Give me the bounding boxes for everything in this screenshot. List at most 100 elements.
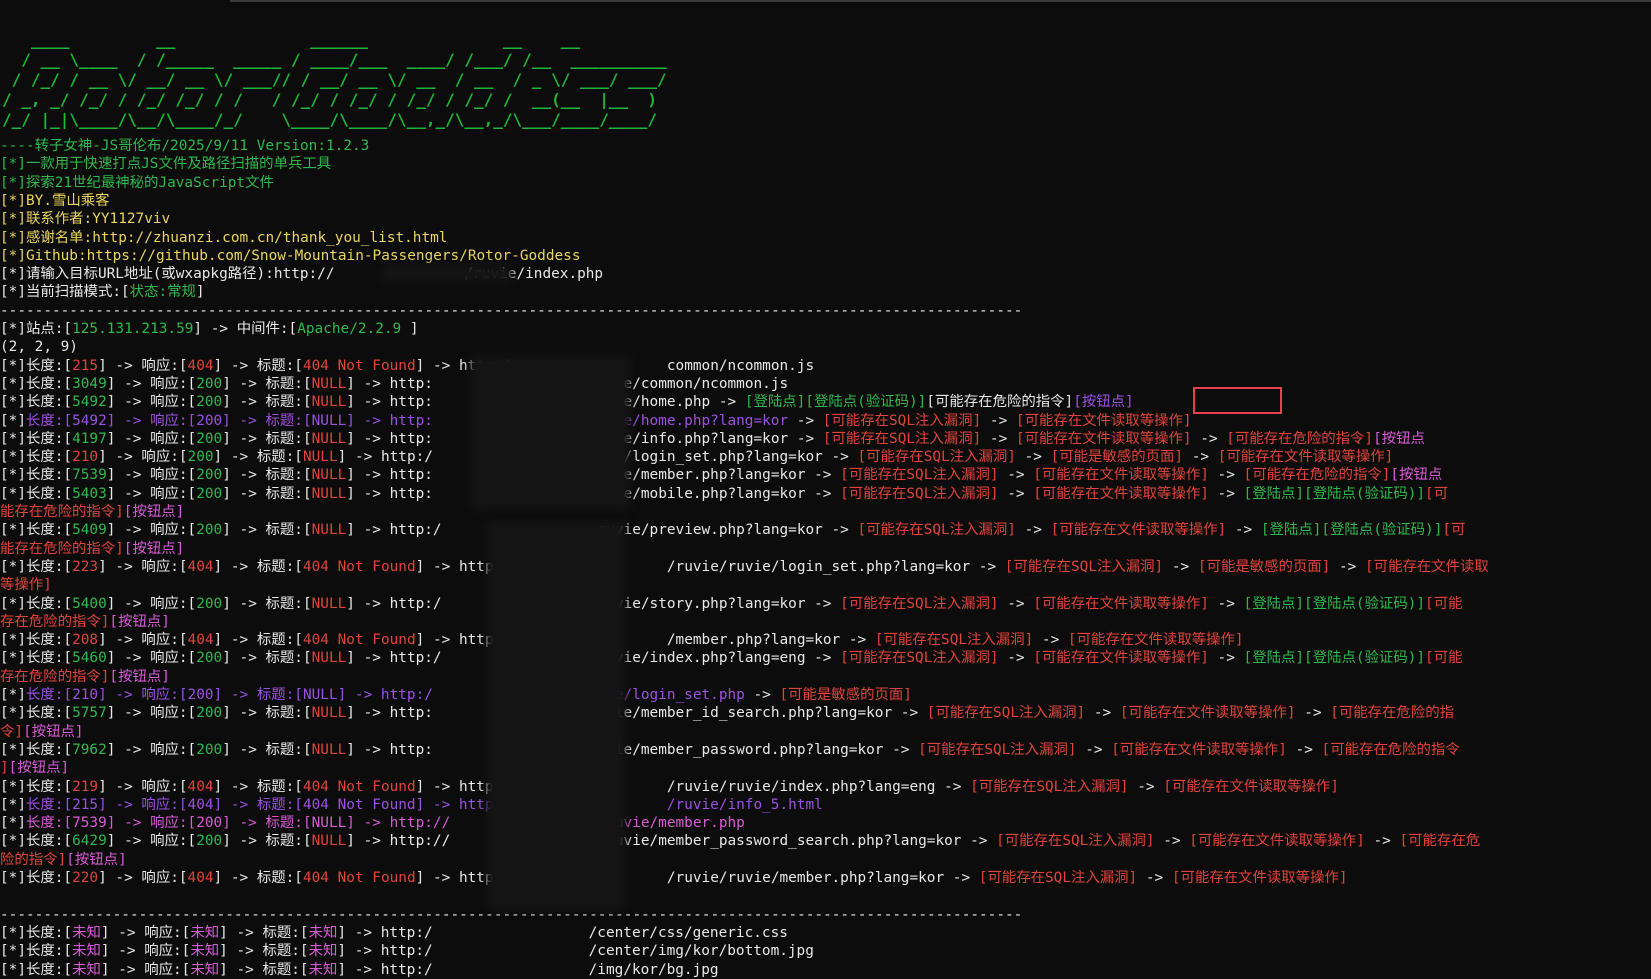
terminal-segment: 200 — [196, 485, 223, 502]
terminal-segment: -> — [1208, 467, 1244, 484]
terminal-segment: 223 — [72, 558, 99, 575]
terminal-segment: [可 — [1425, 485, 1449, 502]
terminal-segment: [*]长度:[ — [0, 394, 73, 411]
terminal-segment: [可能存在文件读取等操作] — [1015, 412, 1192, 429]
terminal-segment: [可能存在文件读取等操作] — [1033, 485, 1209, 502]
terminal-segment: [可能存在文件读取等操作] — [1050, 522, 1227, 539]
terminal-segment: 200 — [196, 467, 223, 484]
terminal-segment: -> — [1191, 430, 1227, 447]
terminal-segment: 404 — [187, 632, 214, 649]
terminal-line: [*]长度:[未知] -> 响应:[未知] -> 标题:[未知] -> http… — [0, 942, 1651, 960]
terminal-segment: 404 Not Found — [302, 778, 416, 795]
terminal-segment: 长度:[7539] -> 响应:[200] -> 标题:[NULL] -> ht… — [26, 815, 745, 832]
terminal-segment: NULL — [311, 705, 347, 722]
terminal-segment: 未知 — [190, 924, 220, 941]
terminal-segment: ] -> 标题:[ — [213, 778, 303, 795]
terminal-segment: 200 — [196, 650, 223, 667]
terminal-segment: [*]长度:[ — [0, 357, 73, 374]
terminal-segment: ] -> 响应:[ — [98, 449, 188, 466]
terminal-line: [*]长度:[223] -> 响应:[404] -> 标题:[404 Not F… — [0, 558, 1651, 576]
terminal-segment: -> — [1163, 558, 1198, 575]
terminal-segment: 404 — [187, 778, 214, 795]
terminal-segment: [可能存在SQL注入漏洞] — [857, 449, 1016, 466]
terminal-segment: ] -> 响应:[ — [106, 467, 197, 484]
terminal-segment: -> — [1085, 705, 1120, 722]
terminal-segment: 5757 — [72, 705, 107, 722]
terminal-segment: [按钮点] — [66, 851, 127, 868]
terminal-segment: 210 — [72, 449, 99, 466]
terminal-window[interactable]: ____ __ ______ __ __ / __ \____ / /_____… — [0, 0, 1651, 978]
terminal-segment: [可能存在文件读取等操作] — [1015, 430, 1192, 447]
terminal-line: [*]长度:[5400] -> 响应:[200] -> 标题:[NULL] ->… — [0, 595, 1651, 613]
terminal-segment: ] -> 响应:[ — [100, 943, 191, 960]
terminal-segment: Apache/2.2.9 — [297, 321, 410, 337]
terminal-segment: NULL — [311, 467, 347, 484]
terminal-segment: 未知 — [308, 924, 338, 941]
terminal-segment: [可能存在文件读取等操作] — [1033, 595, 1209, 612]
terminal-segment: [*]Github:https://github.com/Snow-Mounta… — [0, 247, 581, 264]
terminal-segment: ] -> 标题:[ — [222, 375, 312, 392]
terminal-segment: [可能存在文件读取等操作] — [1111, 741, 1287, 758]
terminal-line: [*]当前扫描模式:[状态:常规] — [0, 283, 1651, 301]
terminal-segment: NULL — [311, 522, 347, 539]
terminal-segment: NULL — [311, 741, 347, 758]
terminal-segment: [*]长度:[ — [0, 522, 73, 539]
terminal-segment: ] -> http: /ruvie/member_id_search.php?l… — [346, 705, 927, 722]
terminal-line: [*]长度:[6429] -> 响应:[200] -> 标题:[NULL] ->… — [0, 832, 1651, 850]
terminal-line: [*]长度:[208] -> 响应:[404] -> 标题:[404 Not F… — [0, 631, 1651, 649]
terminal-segment: -> — [1033, 632, 1068, 649]
terminal-segment: 219 — [72, 778, 99, 795]
terminal-line: ----转子女神-JS哥伦布/2025/9/11 Version:1.2.3 — [0, 137, 1651, 155]
terminal-segment: ] -> http: /ruvie/member_password.php?la… — [346, 741, 919, 758]
terminal-segment: 404 — [187, 870, 214, 886]
terminal-segment: [*]长度:[ — [0, 449, 73, 466]
terminal-segment: 404 Not Found — [302, 558, 416, 575]
terminal-segment: 未知 — [72, 961, 101, 978]
terminal-segment: NULL — [311, 485, 347, 502]
terminal-segment: NULL — [311, 375, 347, 392]
terminal-segment: [可能存在危险的指令] — [1226, 430, 1374, 447]
terminal-segment: ] -> 响应:[ — [98, 632, 188, 649]
terminal-segment: [可能存在危 — [1399, 833, 1481, 850]
terminal-segment: [*]一款用于快速打点JS文件及路径扫描的单兵工具 — [0, 156, 332, 173]
terminal-line: [*]长度:[215] -> 响应:[404] -> 标题:[404 Not F… — [0, 357, 1651, 375]
terminal-segment: 200 — [196, 705, 223, 722]
terminal-line: [*]长度:[4197] -> 响应:[200] -> 标题:[NULL] ->… — [0, 430, 1651, 448]
terminal-segment: [可能存在文件读取等操作] — [1217, 449, 1394, 466]
terminal-segment: [可能存在文件读取等操作] — [1119, 705, 1296, 722]
terminal-segment: [*] — [0, 412, 26, 429]
terminal-segment: [可能存在SQL注入漏洞] — [840, 650, 999, 667]
terminal-segment: [*]长度:[ — [0, 595, 73, 612]
terminal-segment: ] -> http:/ /img/kor/bg.jpg — [337, 961, 719, 978]
terminal-segment: ] -> 响应:[ — [106, 705, 197, 722]
terminal-segment: ] -> 标题:[ — [213, 449, 303, 466]
terminal-line: [*]请输入目标URL地址(或wxapkg路径):http:// /ruvie/… — [0, 265, 1651, 283]
terminal-segment: 404 Not Found — [302, 870, 416, 886]
terminal-line: [*]长度:[未知] -> 响应:[未知] -> 标题:[未知] -> http… — [0, 924, 1651, 942]
terminal-segment: [*]长度:[ — [0, 485, 73, 502]
terminal-segment: [可能存在SQL注入漏洞] — [840, 595, 999, 612]
terminal-segment: [可能存在SQL注入漏洞] — [926, 705, 1086, 722]
terminal-segment: [*]感谢名单:http://zhuanzi.com.cn/thank_you_… — [0, 229, 448, 246]
terminal-segment: ] -> 标题:[ — [213, 558, 303, 575]
terminal-segment: -> — [998, 467, 1034, 484]
ascii-logo: ____ __ ______ __ __ / __ \____ / /_____… — [2, 30, 667, 129]
terminal-line: [*]感谢名单:http://zhuanzi.com.cn/thank_you_… — [0, 229, 1651, 247]
terminal-segment: ] -> 标题:[ — [222, 705, 312, 722]
terminal-segment: 7962 — [72, 741, 107, 758]
terminal-segment: [可能存在危险的指 — [1330, 705, 1454, 722]
terminal-segment: -> — [1330, 558, 1366, 575]
terminal-line: [*]长度:[7539] -> 响应:[200] -> 标题:[NULL] ->… — [0, 466, 1651, 484]
terminal-segment: [可能存在文件读取等操作] — [1067, 632, 1244, 649]
terminal-segment: ] -> 响应:[ — [98, 778, 188, 795]
terminal-segment: [可能存在SQL注入漏洞] — [840, 485, 999, 502]
terminal-segment: NULL — [302, 449, 338, 466]
terminal-segment: ] — [0, 760, 9, 777]
terminal-segment: [可能存在文件读取等操作] — [1189, 833, 1365, 850]
terminal-segment: [按钮点] — [123, 504, 185, 520]
terminal-segment: NULL — [311, 833, 347, 850]
terminal-segment: [按钮点] — [123, 540, 185, 557]
terminal-segment: ] -> 标题:[ — [222, 595, 312, 612]
terminal-segment: -> — [1226, 522, 1261, 539]
terminal-segment: [*]长度:[ — [0, 632, 73, 649]
